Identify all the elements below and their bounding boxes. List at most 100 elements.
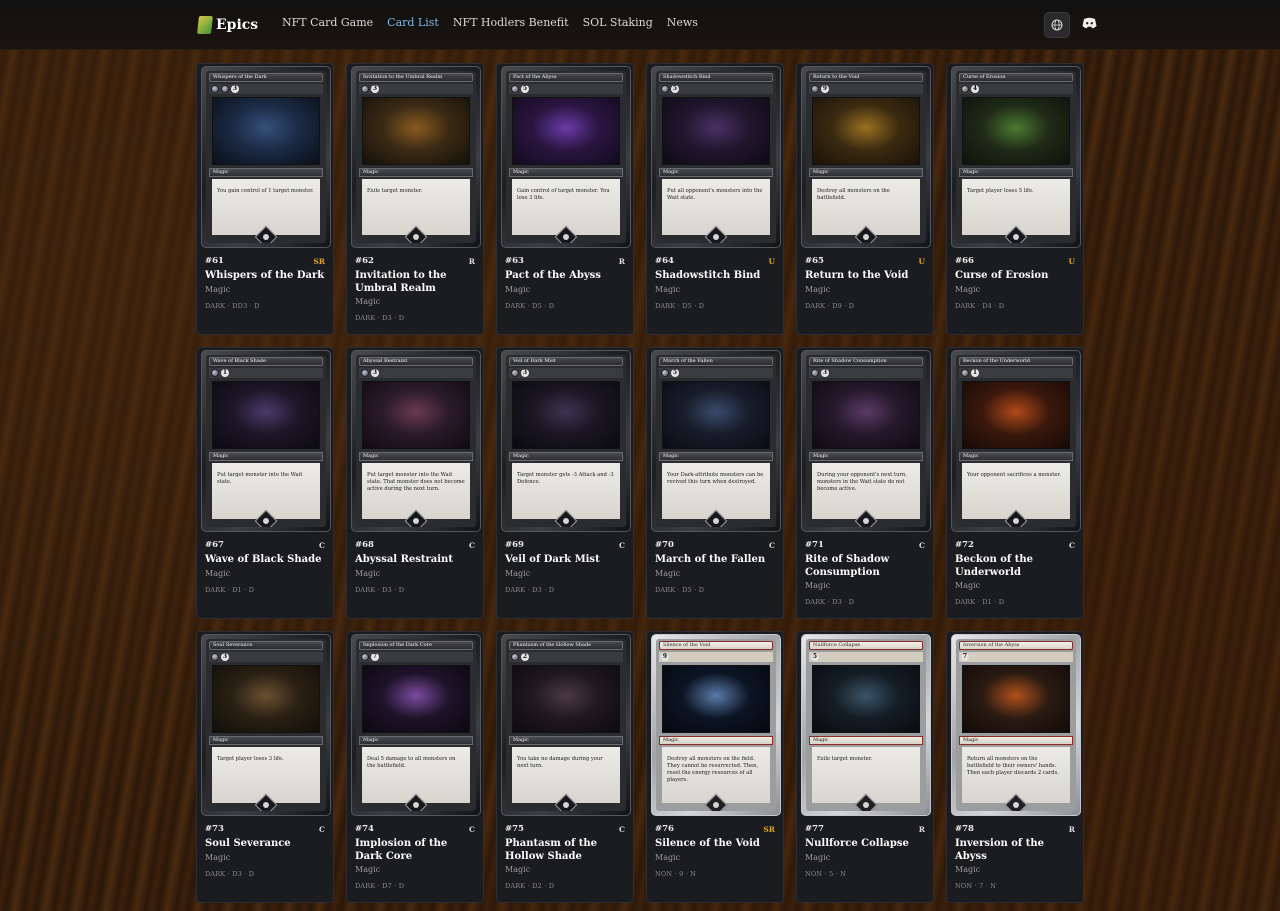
rarity-badge: C xyxy=(619,824,625,834)
rarity-badge: C xyxy=(1069,540,1075,550)
card-meta: #62 R Invitation to the Umbral Realm Mag… xyxy=(355,255,475,322)
card-image[interactable]: Rite of Shadow Consumption 3 Magic Durin… xyxy=(801,350,931,532)
nav-item-card-list[interactable]: Card List xyxy=(387,16,439,29)
card-image-cost-number: 1 xyxy=(971,369,979,377)
card-image[interactable]: Soul Severance 3 Magic Target player los… xyxy=(201,634,331,816)
card-image[interactable]: Phantasm of the Hollow Shade 2 Magic You… xyxy=(501,634,631,816)
card-image-title: Invitation to the Umbral Realm xyxy=(359,73,473,82)
card-stats: DARK · D9 · D xyxy=(805,301,855,310)
card-frame: Pact of the Abyss 5 Magic Gain control o… xyxy=(506,71,626,243)
card-image[interactable]: Nullforce Collapse 5 Magic Exile target … xyxy=(801,634,931,816)
card-image-title: Pact of the Abyss xyxy=(509,73,623,82)
card-name[interactable]: Nullforce Collapse xyxy=(805,838,925,851)
card-tile[interactable]: Wave of Black Shade 1 Magic Put target m… xyxy=(196,347,334,619)
card-image[interactable]: Invitation to the Umbral Realm 3 Magic E… xyxy=(351,66,481,248)
card-tile[interactable]: Rite of Shadow Consumption 3 Magic Durin… xyxy=(796,347,934,619)
card-image[interactable]: Whispers of the Dark 3 Magic You gain co… xyxy=(201,66,331,248)
nav-item-news[interactable]: News xyxy=(667,16,698,29)
card-image[interactable]: Return to the Void 9 Magic Destroy all m… xyxy=(801,66,931,248)
card-meta: #71 C Rite of Shadow Consumption Magic D… xyxy=(805,539,925,606)
card-image-type: Magic xyxy=(659,452,773,461)
card-image[interactable]: Wave of Black Shade 1 Magic Put target m… xyxy=(201,350,331,532)
card-name[interactable]: Silence of the Void xyxy=(655,838,775,851)
card-tile[interactable]: Return to the Void 9 Magic Destroy all m… xyxy=(796,63,934,335)
card-number: #63 xyxy=(505,256,524,266)
nav-item-nft-hodlers-benefit[interactable]: NFT Hodlers Benefit xyxy=(453,16,569,29)
card-name[interactable]: Abyssal Restraint xyxy=(355,554,475,567)
card-tile[interactable]: March of the Fallen 5 Magic Your Dark-at… xyxy=(646,347,784,619)
card-stats: DARK · D3 · D xyxy=(355,314,405,322)
card-image-cost-number: 3 xyxy=(371,85,379,93)
nav-item-sol-staking[interactable]: SOL Staking xyxy=(583,16,653,29)
card-image[interactable]: Abyssal Restraint 3 Magic Put target mon… xyxy=(351,350,481,532)
card-image-cost-number: 1 xyxy=(221,369,229,377)
card-name[interactable]: Curse of Erosion xyxy=(955,270,1075,283)
card-number: #74 xyxy=(355,824,374,834)
card-image[interactable]: Inversion of the Abyss 7 Magic Return al… xyxy=(951,634,1081,816)
rarity-badge: R xyxy=(468,256,475,266)
card-name[interactable]: Soul Severance xyxy=(205,838,325,851)
card-tile[interactable]: Curse of Erosion 4 Magic Target player l… xyxy=(946,63,1084,335)
card-image-cost-number: 9 xyxy=(661,653,669,661)
card-name[interactable]: Veil of Dark Mist xyxy=(505,554,625,567)
card-name[interactable]: Beckon of the Underworld xyxy=(955,554,1075,579)
card-name[interactable]: Rite of Shadow Consumption xyxy=(805,554,925,579)
discord-link[interactable] xyxy=(1081,15,1097,31)
card-name[interactable]: Invitation to the Umbral Realm xyxy=(355,270,475,295)
card-tile[interactable]: Invitation to the Umbral Realm 3 Magic E… xyxy=(346,63,484,335)
card-name[interactable]: Return to the Void xyxy=(805,270,925,283)
logo[interactable]: Epics xyxy=(197,14,258,36)
rarity-badge: C xyxy=(469,824,475,834)
card-name[interactable]: Wave of Black Shade xyxy=(205,554,325,567)
card-stats: DARK · D4 · D xyxy=(955,301,1005,310)
card-image[interactable]: Implosion of the Dark Core 7 Magic Deal … xyxy=(351,634,481,816)
card-type: Magic xyxy=(205,568,231,578)
card-image[interactable]: Beckon of the Underworld 1 Magic Your op… xyxy=(951,350,1081,532)
card-image[interactable]: Shadowstitch Bind 5 Magic Put all oppone… xyxy=(651,66,781,248)
card-image-cost-number: 3 xyxy=(371,369,379,377)
card-stats: DARK · D1 · D xyxy=(205,585,255,594)
card-type: Magic xyxy=(205,852,231,862)
card-name[interactable]: Phantasm of the Hollow Shade xyxy=(505,838,625,863)
globe-icon xyxy=(1051,19,1063,31)
card-image-title: Wave of Black Shade xyxy=(209,357,323,366)
card-image[interactable]: Curse of Erosion 4 Magic Target player l… xyxy=(951,66,1081,248)
card-image[interactable]: Pact of the Abyss 5 Magic Gain control o… xyxy=(501,66,631,248)
card-type: Magic xyxy=(655,568,681,578)
card-type: Magic xyxy=(505,865,531,874)
card-name[interactable]: Whispers of the Dark xyxy=(205,270,325,283)
card-image-title: March of the Fallen xyxy=(659,357,773,366)
card-name[interactable]: March of the Fallen xyxy=(655,554,775,567)
card-name[interactable]: Implosion of the Dark Core xyxy=(355,838,475,863)
card-name[interactable]: Shadowstitch Bind xyxy=(655,270,775,283)
card-image[interactable]: March of the Fallen 5 Magic Your Dark-at… xyxy=(651,350,781,532)
card-tile[interactable]: Implosion of the Dark Core 7 Magic Deal … xyxy=(346,631,484,903)
card-frame: Whispers of the Dark 3 Magic You gain co… xyxy=(206,71,326,243)
card-frame: March of the Fallen 5 Magic Your Dark-at… xyxy=(656,355,776,527)
card-name[interactable]: Pact of the Abyss xyxy=(505,270,625,283)
dark-orb-icon xyxy=(211,653,219,661)
card-tile[interactable]: Whispers of the Dark 3 Magic You gain co… xyxy=(196,63,334,335)
card-tile[interactable]: Beckon of the Underworld 1 Magic Your op… xyxy=(946,347,1084,619)
card-name[interactable]: Inversion of the Abyss xyxy=(955,838,1075,863)
card-image-cost-number: 3 xyxy=(521,369,529,377)
nav-item-nft-card-game[interactable]: NFT Card Game xyxy=(282,16,373,29)
card-tile[interactable]: Nullforce Collapse 5 Magic Exile target … xyxy=(796,631,934,903)
card-meta: #61 SR Whispers of the Dark Magic DARK ·… xyxy=(205,255,325,310)
card-tile[interactable]: Soul Severance 3 Magic Target player los… xyxy=(196,631,334,903)
card-tile[interactable]: Veil of Dark Mist 3 Magic Target monster… xyxy=(496,347,634,619)
card-image[interactable]: Silence of the Void 9 Magic Destroy all … xyxy=(651,634,781,816)
card-meta: #75 C Phantasm of the Hollow Shade Magic… xyxy=(505,823,625,890)
card-tile[interactable]: Phantasm of the Hollow Shade 2 Magic You… xyxy=(496,631,634,903)
card-image[interactable]: Veil of Dark Mist 3 Magic Target monster… xyxy=(501,350,631,532)
card-art xyxy=(962,97,1070,165)
card-tile[interactable]: Inversion of the Abyss 7 Magic Return al… xyxy=(946,631,1084,903)
card-image-cost-number: 3 xyxy=(821,369,829,377)
card-tile[interactable]: Abyssal Restraint 3 Magic Put target mon… xyxy=(346,347,484,619)
card-tile[interactable]: Pact of the Abyss 5 Magic Gain control o… xyxy=(496,63,634,335)
card-tile[interactable]: Shadowstitch Bind 5 Magic Put all oppone… xyxy=(646,63,784,335)
language-button[interactable] xyxy=(1044,12,1070,38)
card-tile[interactable]: Silence of the Void 9 Magic Destroy all … xyxy=(646,631,784,903)
card-type: Magic xyxy=(655,284,681,294)
card-meta: #76 SR Silence of the Void Magic NON · 9… xyxy=(655,823,775,878)
